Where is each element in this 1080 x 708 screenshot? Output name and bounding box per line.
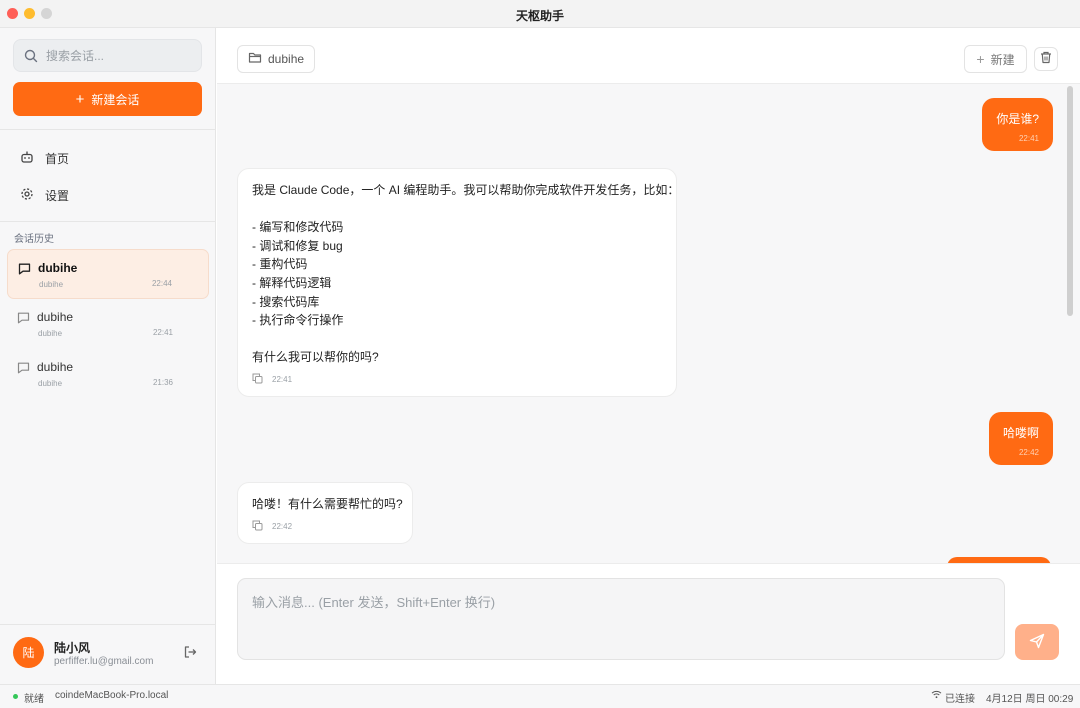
user-message: 你是谁? 22:41 bbox=[982, 98, 1053, 151]
message-time: 22:41 bbox=[1018, 134, 1039, 143]
divider bbox=[0, 129, 216, 130]
message-line: - 执行命令行操作 bbox=[252, 313, 344, 328]
new-chat-label: 新建会话 bbox=[91, 92, 140, 107]
nav-item-home[interactable]: 首页 bbox=[20, 148, 69, 168]
user-email: perfiffer.lu@gmail.com bbox=[54, 656, 154, 667]
history-item-subtitle: dubihe bbox=[38, 379, 63, 388]
delete-button[interactable] bbox=[1034, 47, 1058, 71]
title-bar: 天枢助手 bbox=[0, 0, 1080, 28]
message-line bbox=[252, 330, 662, 349]
send-button[interactable] bbox=[1015, 624, 1059, 660]
message-line: 哈喽！有什么需要帮忙的吗? bbox=[252, 497, 403, 511]
main-panel: dubihe + 新建 你是谁? 22:41 我是 Claude Code，一个… bbox=[217, 28, 1080, 684]
user-name: 陆小风 bbox=[54, 641, 91, 655]
status-dot bbox=[13, 694, 18, 699]
search-icon bbox=[24, 49, 38, 66]
nav-item-label: 首页 bbox=[45, 151, 70, 166]
host-name: coindeMacBook-Pro.local bbox=[55, 690, 169, 701]
message-line: - 解释代码逻辑 bbox=[252, 275, 332, 290]
plus-icon: + bbox=[976, 51, 985, 67]
history-item-time: 22:41 bbox=[152, 328, 173, 337]
send-icon bbox=[1029, 633, 1045, 652]
new-button[interactable]: + 新建 bbox=[964, 45, 1027, 73]
message-line: - 编写和修改代码 bbox=[252, 220, 344, 235]
folder-icon bbox=[248, 51, 262, 67]
message-line: 有什么我可以帮你的吗? bbox=[252, 350, 379, 365]
nav-item-label: 设置 bbox=[45, 188, 70, 203]
history-item-title: dubihe bbox=[37, 310, 74, 324]
message-line: - 重构代码 bbox=[252, 257, 308, 272]
plus-icon: + bbox=[75, 90, 85, 108]
message-line: - 调试和修复 bug bbox=[252, 238, 343, 253]
user-panel: 陆 陆小风 perfiffer.lu@gmail.com bbox=[0, 624, 216, 684]
message-time: 22:41 bbox=[272, 374, 293, 384]
status-text: 就绪 bbox=[24, 694, 44, 705]
assistant-message: 哈喽！有什么需要帮忙的吗? 22:42 bbox=[237, 482, 413, 544]
chat-bubble-icon bbox=[17, 361, 30, 377]
logout-icon[interactable] bbox=[183, 645, 197, 662]
history-item-subtitle: dubihe bbox=[39, 280, 64, 289]
message-time: 22:42 bbox=[1018, 448, 1039, 457]
folder-label: dubihe bbox=[268, 52, 305, 66]
sidebar: + 新建会话 首页 设置 会话历史 dubihe dubihe 22:44 du… bbox=[0, 28, 216, 684]
message-meta: 22:42 bbox=[252, 520, 398, 533]
message-list[interactable]: 你是谁? 22:41 我是 Claude Code，一个 AI 编程助手。我可以… bbox=[217, 84, 1080, 563]
message-time: 22:42 bbox=[272, 521, 293, 531]
history-item-time: 22:44 bbox=[151, 279, 172, 288]
message-text: 哈喽啊 bbox=[1002, 426, 1039, 440]
copy-icon[interactable] bbox=[252, 373, 263, 386]
connection-status: 已连接 bbox=[945, 694, 975, 705]
copy-icon[interactable] bbox=[252, 520, 263, 533]
message-input[interactable] bbox=[237, 578, 1005, 660]
history-item-title: dubihe bbox=[37, 360, 74, 374]
chat-bubble-icon bbox=[18, 262, 31, 278]
composer bbox=[217, 563, 1080, 684]
wifi-icon bbox=[931, 690, 942, 702]
history-item-time: 21:36 bbox=[152, 378, 173, 387]
history-item-title: dubihe bbox=[38, 261, 78, 275]
avatar[interactable]: 陆 bbox=[13, 637, 44, 668]
chat-bubble-icon bbox=[17, 311, 30, 327]
scrollbar[interactable] bbox=[1067, 86, 1073, 316]
search-box[interactable] bbox=[13, 39, 202, 72]
user-message: 哈喽啊 22:42 bbox=[988, 412, 1053, 465]
assistant-message: 我是 Claude Code，一个 AI 编程助手。我可以帮助你完成软件开发任务… bbox=[237, 168, 680, 397]
window-title: 天枢助手 bbox=[515, 9, 564, 23]
history-item[interactable]: dubihe dubihe 22:41 bbox=[7, 299, 209, 349]
history-section-label: 会话历史 bbox=[14, 234, 54, 245]
history-item[interactable]: dubihe dubihe 22:44 bbox=[7, 249, 209, 299]
trash-icon bbox=[1040, 51, 1052, 67]
message-line: - 搜索代码库 bbox=[252, 294, 320, 309]
datetime: 4月12日 周日 00:29 bbox=[986, 694, 1074, 705]
message-line: 我是 Claude Code，一个 AI 编程助手。我可以帮助你完成软件开发任务… bbox=[252, 183, 680, 197]
status-bar: 就绪 coindeMacBook-Pro.local 已连接 4月12日 周日 … bbox=[0, 684, 1080, 708]
folder-chip[interactable]: dubihe bbox=[237, 45, 316, 73]
chat-header: dubihe + 新建 bbox=[217, 28, 1080, 84]
new-chat-button[interactable]: + 新建会话 bbox=[13, 82, 202, 116]
nav-item-settings[interactable]: 设置 bbox=[20, 185, 69, 205]
message-meta: 22:41 bbox=[252, 373, 662, 386]
new-button-label: 新建 bbox=[990, 52, 1015, 67]
gear-icon bbox=[20, 187, 34, 204]
history-item-subtitle: dubihe bbox=[38, 329, 63, 338]
search-input[interactable] bbox=[46, 47, 196, 65]
history-item[interactable]: dubihe dubihe 21:36 bbox=[7, 349, 209, 399]
message-line bbox=[252, 200, 662, 219]
divider bbox=[0, 221, 216, 222]
message-text: 你是谁? bbox=[996, 112, 1039, 126]
robot-icon bbox=[20, 150, 34, 167]
